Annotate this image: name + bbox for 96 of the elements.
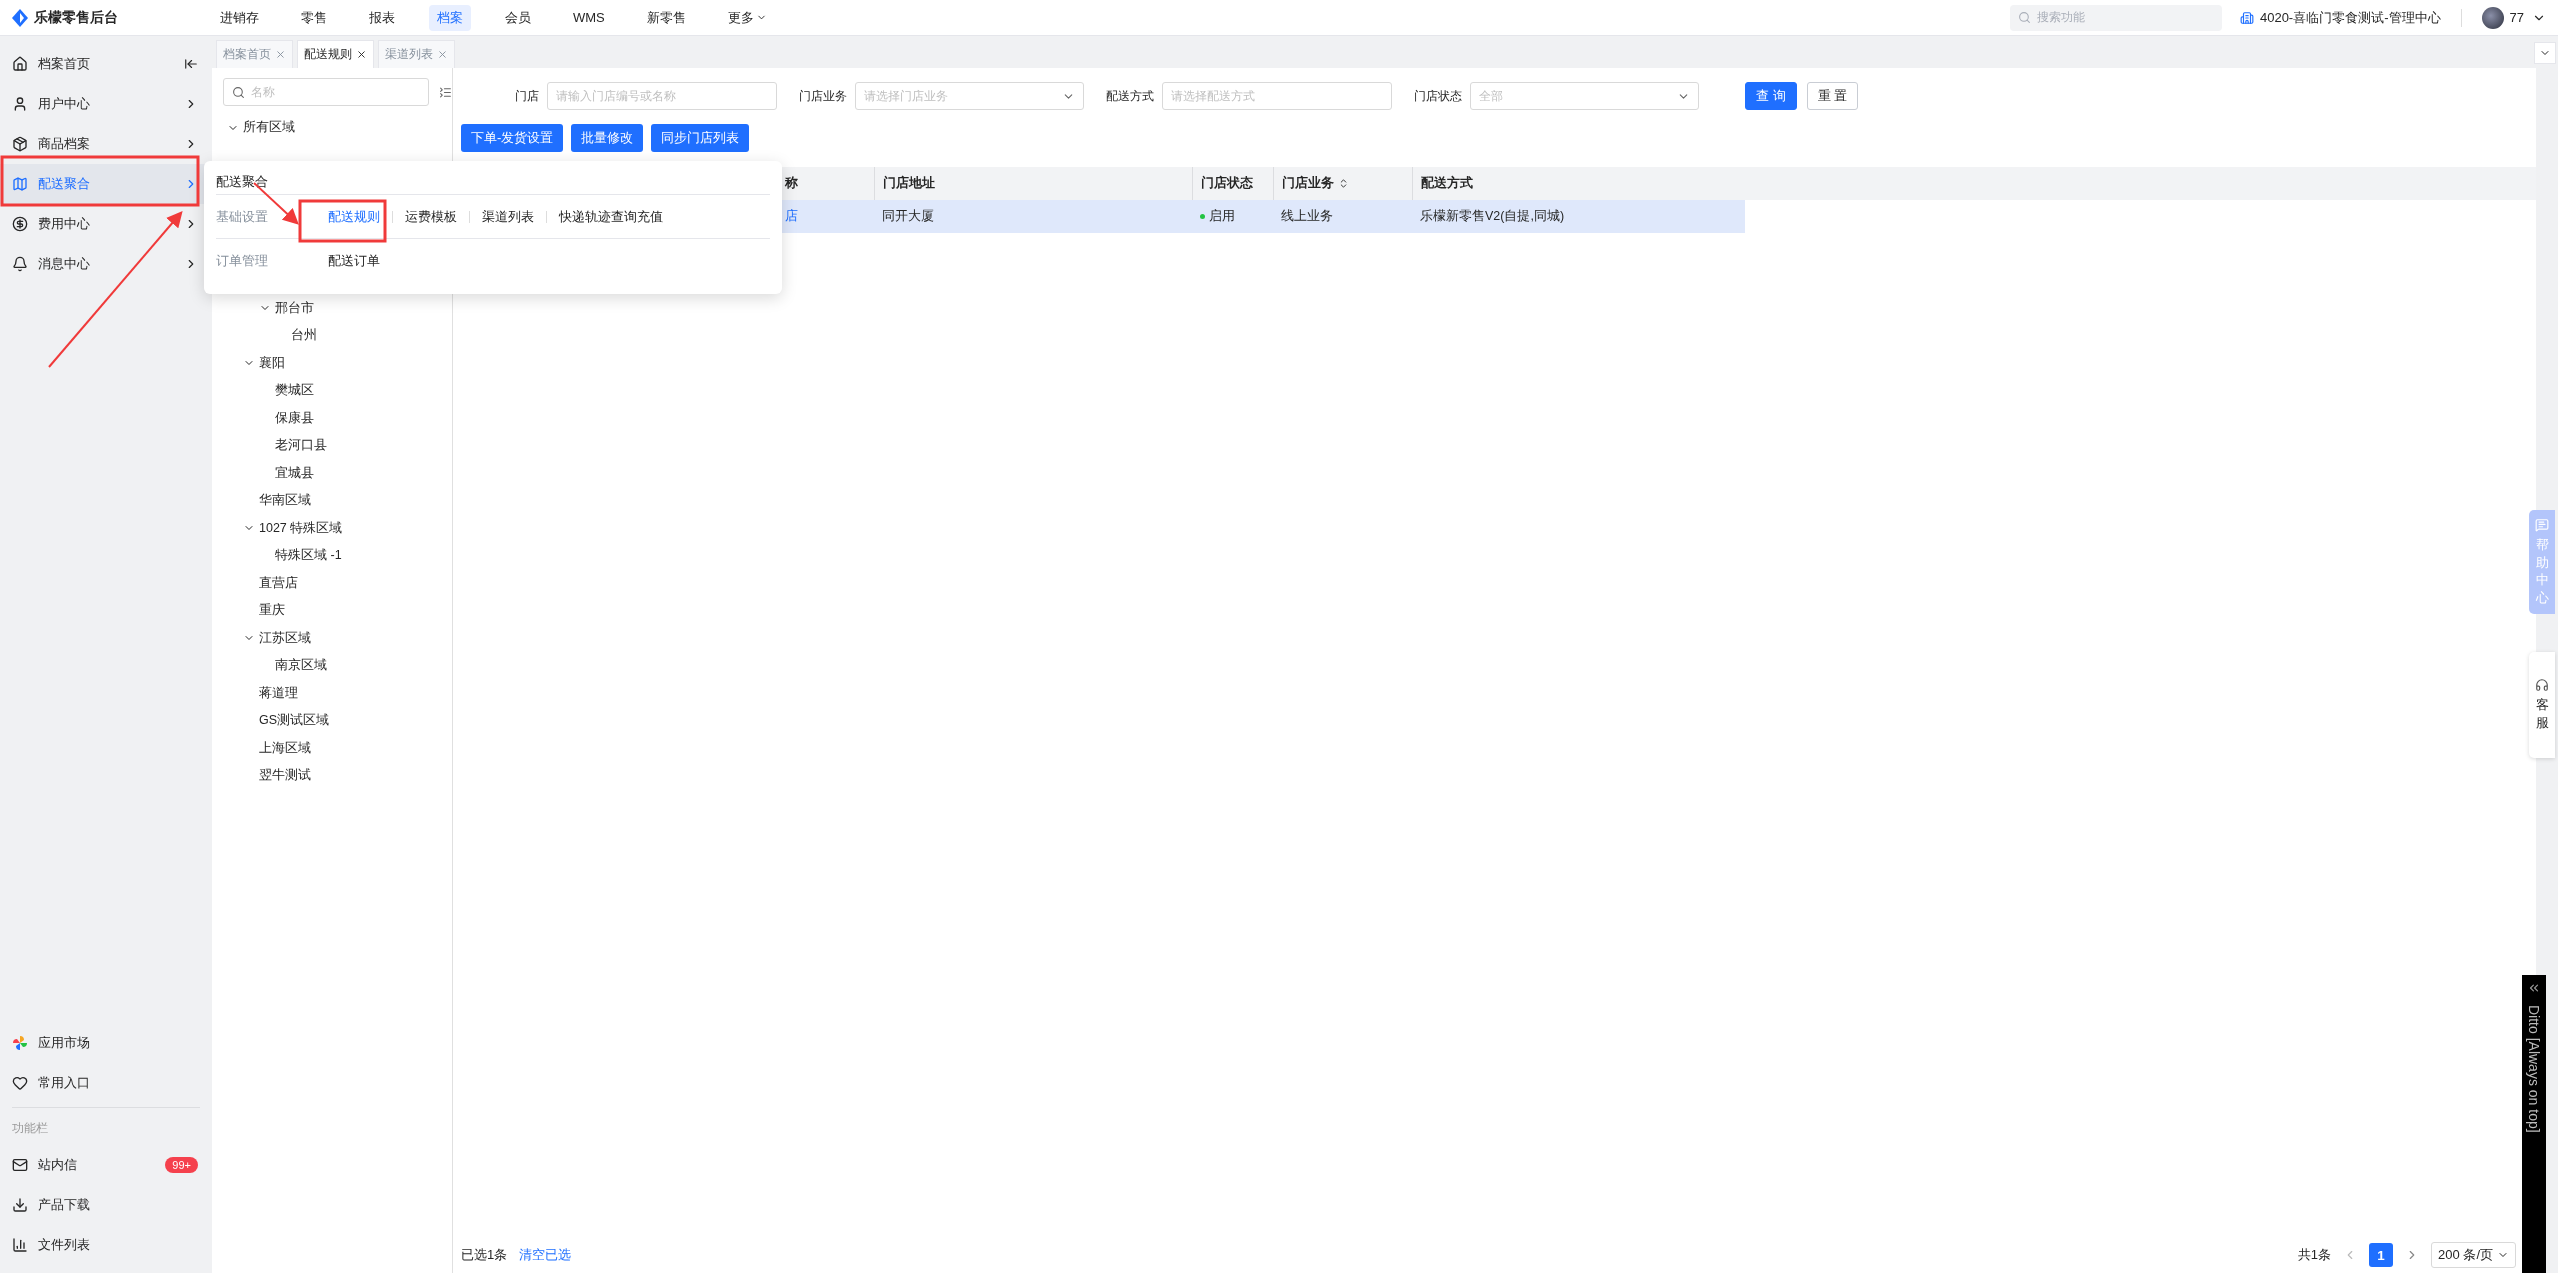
tree-node[interactable]: 邢台市	[275, 299, 314, 317]
tree-node[interactable]: 直营店	[259, 574, 298, 592]
sidebar-item[interactable]: 产品下载	[0, 1185, 212, 1225]
logo-icon	[12, 8, 28, 27]
nav-item[interactable]: 报表	[361, 4, 403, 31]
sidebar-item[interactable]: 文件列表	[0, 1225, 212, 1265]
menu-link[interactable]: 运费模板	[392, 210, 469, 223]
customer-service-tab[interactable]: 客服	[2529, 652, 2555, 758]
nav-item[interactable]: WMS	[565, 6, 613, 29]
tree-node[interactable]: 蒋道理	[259, 684, 298, 702]
tree-node[interactable]: 老河口县	[275, 437, 327, 455]
action-button[interactable]: 下单-发货设置	[461, 124, 564, 152]
tree-node[interactable]: 宜城县	[275, 464, 314, 482]
bell-icon	[12, 256, 28, 272]
bar-chart-icon	[12, 1237, 28, 1253]
tab[interactable]: 配送规则	[297, 40, 374, 68]
tree-node[interactable]: 江苏区域	[259, 629, 311, 647]
sidebar-item[interactable]: 费用中心	[0, 204, 212, 244]
field-label: 门店业务	[799, 87, 847, 105]
sidebar-item[interactable]: 常用入口	[0, 1063, 212, 1103]
chat-icon	[2535, 518, 2549, 532]
tree-node[interactable]: 翌牛测试	[259, 767, 311, 785]
nav-item[interactable]: 更多	[719, 4, 775, 31]
pinwheel-icon	[12, 1035, 28, 1051]
map-icon	[12, 176, 28, 192]
dollar-icon	[12, 216, 28, 232]
search-icon	[232, 85, 245, 99]
menu-link[interactable]: 渠道列表	[469, 210, 546, 223]
field-label: 门店状态	[1414, 87, 1462, 105]
total-count: 共1条	[2297, 1246, 2332, 1264]
user-icon	[12, 96, 28, 112]
tree-node[interactable]: 所有区域	[243, 119, 295, 137]
sidebar-item[interactable]: 商品档案	[0, 124, 212, 164]
sidebar-item[interactable]: 用户中心	[0, 84, 212, 124]
action-button[interactable]: 同步门店列表	[651, 124, 750, 152]
tree-node[interactable]: 1027 特殊区域	[259, 519, 343, 537]
clear-selection-link[interactable]: 清空已选	[519, 1246, 572, 1264]
tree-node[interactable]: 重庆	[259, 602, 285, 620]
field-label: 门店	[515, 87, 539, 105]
tree-node[interactable]: 台州	[291, 327, 317, 345]
app-title: 乐檬零售后台	[34, 8, 118, 27]
collapse-icon[interactable]	[184, 57, 198, 71]
page-button[interactable]: 1	[2369, 1243, 2394, 1267]
building-icon	[2239, 10, 2254, 25]
tree-node[interactable]: 上海区域	[259, 739, 311, 757]
search-icon	[2017, 11, 2031, 24]
reset-button[interactable]: 重 置	[1806, 82, 1859, 110]
store-link[interactable]: 店	[785, 208, 798, 225]
store-name[interactable]: 4020-喜临门零食测试-管理中心	[2259, 8, 2441, 27]
table-cell: 同开大厦	[882, 208, 934, 225]
table-cell: 乐檬新零售V2(自提,同城)	[1420, 208, 1565, 225]
tab-menu-button[interactable]	[2534, 42, 2556, 64]
tree-node[interactable]: 特殊区域 -1	[275, 547, 342, 565]
home-icon	[12, 56, 28, 72]
field-label: 配送方式	[1106, 87, 1154, 105]
sidebar-item[interactable]: 档案首页	[0, 44, 212, 84]
tree-node[interactable]: 保康县	[275, 409, 314, 427]
close-icon[interactable]	[356, 49, 367, 60]
sidebar-item[interactable]: 站内信 99+	[0, 1145, 212, 1185]
menu-link[interactable]: 配送订单	[316, 255, 392, 267]
table-cell: 线上业务	[1281, 208, 1333, 225]
heart-icon	[12, 1075, 28, 1091]
status-text: 启用	[1209, 208, 1235, 225]
mail-icon	[12, 1157, 28, 1173]
column-header: 称	[784, 175, 799, 192]
menu-link[interactable]: 快递轨迹查询充值	[546, 210, 675, 223]
selection-count: 已选1条	[461, 1246, 508, 1264]
nav-item[interactable]: 会员	[497, 4, 539, 31]
headset-icon	[2535, 678, 2549, 693]
sidebar-item[interactable]: 消息中心	[0, 244, 212, 284]
group-label: 基础设置	[216, 207, 269, 226]
tree-node[interactable]: 襄阳	[259, 354, 285, 372]
action-button[interactable]: 批量修改	[571, 124, 644, 152]
sort-icon[interactable]	[1338, 178, 1349, 189]
tree-node[interactable]: 樊城区	[275, 382, 314, 400]
nav-item[interactable]: 零售	[293, 4, 335, 31]
tree-node[interactable]: GS测试区域	[259, 712, 330, 730]
list-icon[interactable]	[439, 85, 452, 99]
nav-item[interactable]: 进销存	[212, 4, 267, 31]
ditto-title: Ditto [Always on top]	[2526, 1005, 2542, 1133]
user-name[interactable]: 77	[2509, 10, 2524, 25]
count-badge: 99+	[165, 1157, 198, 1173]
tree-node[interactable]: 华南区域	[259, 492, 311, 510]
menu-link[interactable]: 配送规则	[316, 210, 392, 223]
avatar[interactable]	[2481, 6, 2504, 29]
section-title: 功能栏	[11, 1120, 49, 1137]
query-button[interactable]: 查 询	[1745, 82, 1797, 110]
nav-item[interactable]: 新零售	[638, 4, 694, 31]
package-icon	[12, 136, 28, 152]
page-size-select[interactable]: 200 条/页	[2431, 1242, 2516, 1268]
nav-item[interactable]: 档案	[429, 4, 471, 31]
download-icon	[12, 1197, 28, 1213]
tree-node[interactable]: 南京区域	[275, 657, 327, 675]
popup-title: 配送聚合	[216, 172, 268, 191]
sidebar-item[interactable]: 应用市场	[0, 1023, 212, 1063]
group-label: 订单管理	[216, 252, 269, 270]
